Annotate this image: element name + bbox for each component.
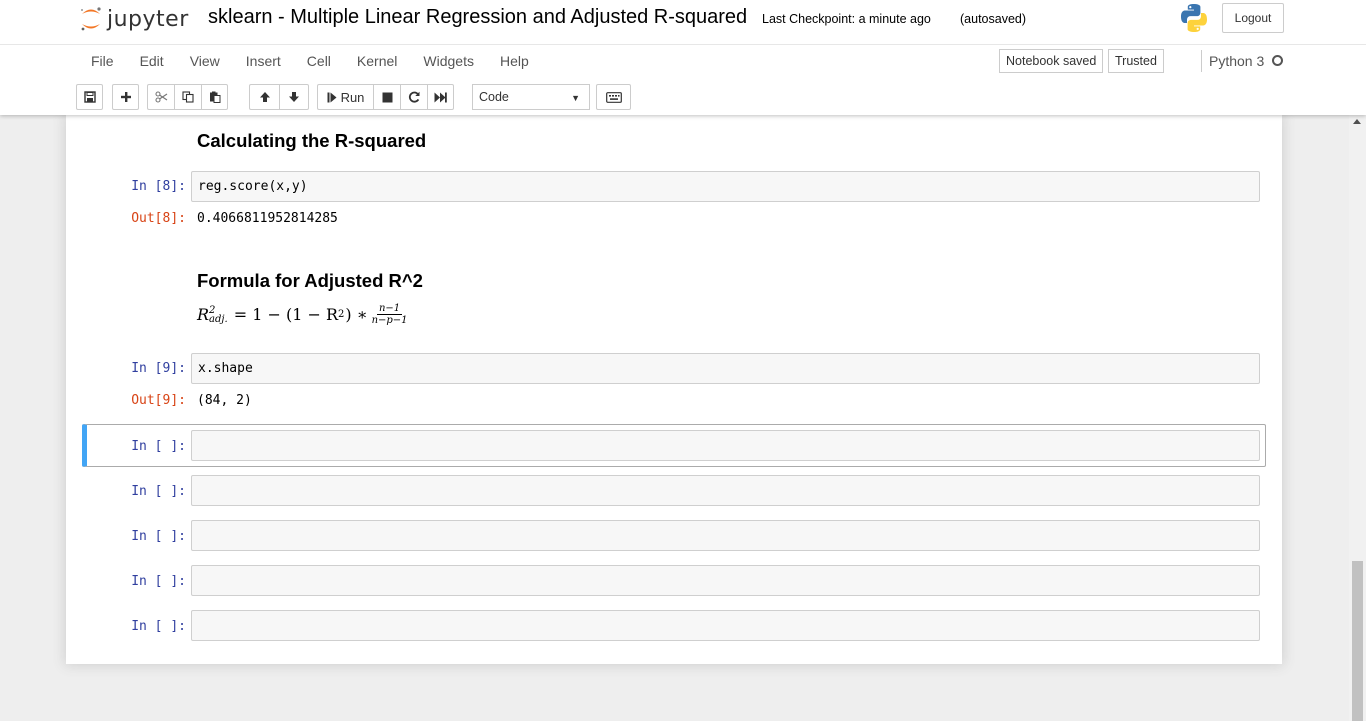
formula-rhs-tail: ) ∗ [345,305,368,324]
menu-bar: File Edit View Insert Cell Kernel Widget… [76,46,542,76]
input-prompt: In [ ]: [131,484,186,499]
floppy-disk-icon [83,91,96,103]
formula-fraction: n−1 n−p−1 [372,303,408,326]
input-prompt: In [8]: [131,179,186,194]
plus-icon [120,92,131,102]
notebook-title[interactable]: sklearn - Multiple Linear Regression and… [208,6,747,29]
paste-button[interactable] [201,84,228,110]
kernel-idle-indicator-icon [1272,55,1283,66]
formula-lhs-scripts: 2 adj. [209,305,228,325]
code-cell-input[interactable] [191,610,1260,641]
kernel-name: Python 3 [1201,50,1264,72]
run-button[interactable]: Run [317,84,373,110]
menu-edit[interactable]: Edit [127,46,177,76]
code-cell-input[interactable]: reg.score(x,y) [191,171,1260,202]
stop-icon [382,92,392,102]
run-button-label: Run [340,89,365,105]
command-palette-button[interactable] [596,84,631,110]
notebook-saved-indicator: Notebook saved [999,49,1104,73]
trusted-indicator[interactable]: Trusted [1108,49,1164,73]
code-cell-input-selected[interactable] [191,430,1260,461]
copy-button[interactable] [174,84,201,110]
input-prompt: In [ ]: [131,574,186,589]
logout-button[interactable]: Logout [1222,3,1284,33]
copy-icon [182,91,194,103]
restart-kernel-button[interactable] [400,84,427,110]
jupyter-wordmark: jupyter [107,6,189,32]
formula-lhs-sub: adj. [209,313,228,325]
python-logo-icon [1181,4,1207,32]
vertical-scrollbar[interactable] [1349,115,1366,721]
move-cell-down-button[interactable] [279,84,309,110]
formula-lhs: R [197,305,210,324]
checkpoint-status: Last Checkpoint: a minute ago [762,12,931,26]
code-cell-input[interactable]: x.shape [191,353,1260,384]
menu-widgets[interactable]: Widgets [410,46,487,76]
code-cell-input[interactable] [191,475,1260,506]
scroll-up-arrow-icon[interactable] [1353,119,1361,124]
move-button-group [249,84,309,110]
output-prompt: Out[8]: [131,211,186,226]
arrow-up-icon [259,92,270,102]
jupyter-logo[interactable]: jupyter [79,3,189,35]
menu-view[interactable]: View [177,46,233,76]
menu-kernel[interactable]: Kernel [344,46,410,76]
markdown-heading-r-squared: Calculating the R-squared [197,130,427,151]
code-cell-input[interactable] [191,520,1260,551]
restart-icon [408,91,420,103]
input-prompt: In [ ]: [131,619,186,634]
menu-insert[interactable]: Insert [233,46,294,76]
move-cell-up-button[interactable] [249,84,279,110]
menu-cell[interactable]: Cell [294,46,344,76]
jupyter-icon [81,7,101,31]
insert-cell-below-button[interactable] [112,84,139,110]
interrupt-kernel-button[interactable] [373,84,400,110]
menu-file[interactable]: File [76,46,127,76]
fast-forward-icon [434,92,447,102]
save-button[interactable] [76,84,103,110]
formula-denominator: n−p−1 [371,315,408,326]
menubar-divider [0,44,1366,45]
cell-output: 0.4066811952814285 [197,211,338,226]
run-button-group: Run [317,84,454,110]
edit-button-group [147,84,228,110]
cell-type-value: Code [479,90,509,104]
menu-help[interactable]: Help [487,46,542,76]
input-prompt: In [9]: [131,361,186,376]
arrow-down-icon [289,92,299,102]
formula-rhs-sup: 2 [338,309,345,320]
input-prompt: In [ ]: [131,439,186,454]
restart-run-all-button[interactable] [427,84,454,110]
step-forward-icon [327,92,337,102]
formula-rhs: = 1 − (1 − R [233,305,338,324]
scissors-icon [154,91,167,103]
output-prompt: Out[9]: [131,393,186,408]
keyboard-icon [605,91,622,103]
cell-type-select[interactable]: Code ▼ [472,84,590,110]
scrollbar-thumb[interactable] [1352,561,1363,721]
autosave-status: (autosaved) [960,12,1027,26]
formula-numerator: n−1 [376,303,403,315]
clipboard-icon [209,91,220,103]
notebook-container: Calculating the R-squared In [8]: reg.sc… [66,115,1282,664]
chevron-down-icon: ▼ [571,93,580,103]
markdown-heading-adjusted-r2: Formula for Adjusted R^2 [197,270,423,291]
cell-output: (84, 2) [197,393,252,408]
adjusted-r2-formula: R 2 adj. = 1 − (1 − R 2 ) ∗ n−1 n−p−1 [197,303,408,326]
notebook-header: jupyter sklearn - Multiple Linear Regres… [0,0,1366,115]
code-cell-input[interactable] [191,565,1260,596]
input-prompt: In [ ]: [131,529,186,544]
cut-button[interactable] [147,84,174,110]
